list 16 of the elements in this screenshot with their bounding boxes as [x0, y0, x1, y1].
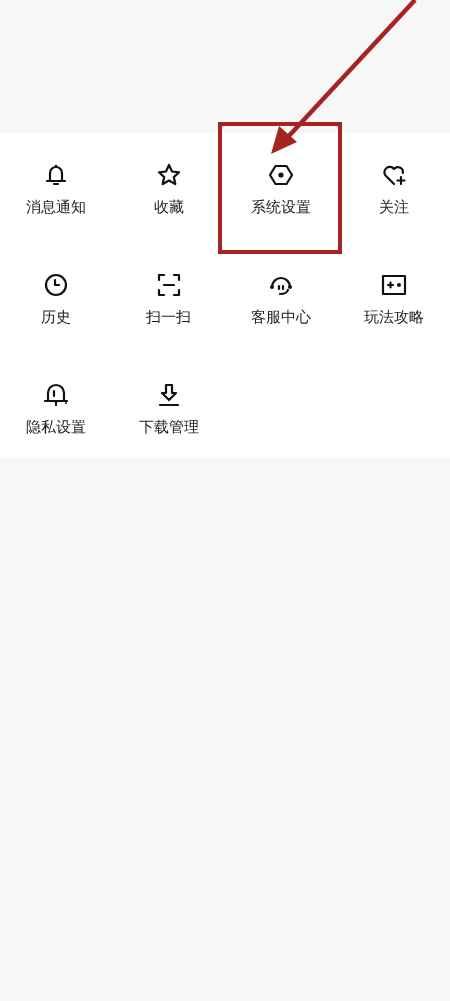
menu-label[interactable]: 收藏	[153, 197, 184, 217]
menu-label[interactable]: 消息通知	[26, 197, 87, 217]
menu-label[interactable]: 扫一扫	[146, 307, 192, 327]
menu-label[interactable]: 隐私设置	[26, 417, 87, 437]
menu-label[interactable]: 历史	[41, 307, 72, 327]
menu-label[interactable]: 客服中心	[251, 307, 312, 327]
game-card-icon	[380, 272, 407, 298]
menu-label[interactable]: 系统设置	[251, 197, 312, 217]
clock-icon	[43, 272, 70, 298]
star-icon	[155, 162, 182, 188]
settings-icon	[268, 162, 295, 188]
menu-label[interactable]: 关注	[378, 197, 409, 217]
scan-icon	[155, 272, 182, 298]
menu-label[interactable]: 玩法攻略	[363, 307, 424, 327]
bell-icon	[43, 382, 70, 408]
menu-label[interactable]: 下载管理	[138, 417, 199, 437]
